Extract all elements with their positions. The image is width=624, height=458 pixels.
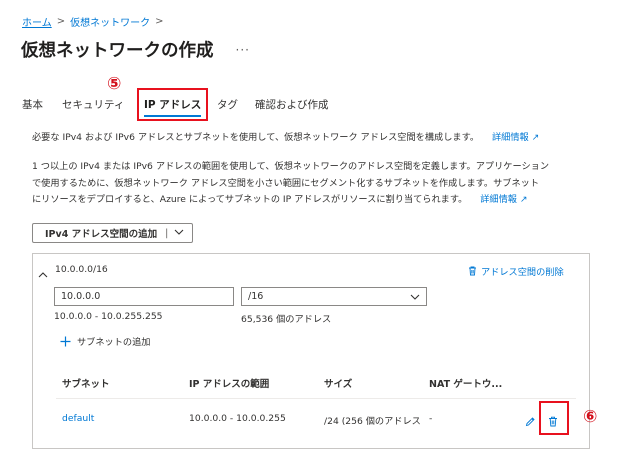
column-header-nat-gateway: NAT ゲートウ... xyxy=(429,379,503,390)
description-line-2: で使用するために、仮想ネットワーク アドレス空間を小さい範囲にセグメント化するサ… xyxy=(32,177,540,189)
add-ipv4-address-space-button[interactable]: IPv4 アドレス空間の追加 | xyxy=(32,223,193,243)
dropdown-divider: | xyxy=(165,227,169,239)
prefix-value: /16 xyxy=(248,291,264,302)
delete-address-space-label: アドレス空間の削除 xyxy=(481,267,564,278)
breadcrumb: ホーム > 仮想ネットワーク > xyxy=(22,14,168,29)
table-row xyxy=(56,404,576,434)
breadcrumb-virtual-network-link[interactable]: 仮想ネットワーク xyxy=(70,14,150,29)
tab-basics[interactable]: 基本 xyxy=(22,97,43,112)
subnet-nat-gateway: - xyxy=(429,413,433,424)
edit-subnet-button[interactable] xyxy=(525,412,536,431)
add-subnet-button[interactable]: サブネットの追加 xyxy=(60,334,151,348)
column-header-size: サイズ xyxy=(324,379,353,390)
ip-address-input[interactable]: 10.0.0.0 xyxy=(54,287,234,306)
step-6-marker: ⑥ xyxy=(583,407,598,427)
external-link-icon: ↗ xyxy=(519,195,528,205)
highlight-box-delete-subnet xyxy=(539,401,569,435)
tab-tags[interactable]: タグ xyxy=(217,97,238,112)
address-range: 10.0.0.0 - 10.0.255.255 xyxy=(54,311,163,322)
breadcrumb-home-link[interactable]: ホーム xyxy=(22,14,52,29)
intro-text-content: 必要な IPv4 および IPv6 アドレスとサブネットを使用して、仮想ネットワ… xyxy=(32,132,480,143)
column-header-ip-range: IP アドレスの範囲 xyxy=(189,379,270,390)
step-5-marker: ⑤ xyxy=(107,74,122,94)
address-count: 65,536 個のアドレス xyxy=(241,314,332,325)
description-line-3: にリソースをデプロイすると、Azure によってサブネットの IP アドレスがリ… xyxy=(32,194,468,205)
description-learn-more-link[interactable]: 詳細情報 xyxy=(480,194,517,205)
chevron-up-icon[interactable] xyxy=(38,263,48,278)
subnet-ip-range: 10.0.0.0 - 10.0.0.255 xyxy=(189,413,286,424)
pencil-icon xyxy=(525,416,536,427)
chevron-down-icon xyxy=(410,294,420,300)
delete-address-space-button[interactable]: アドレス空間の削除 xyxy=(468,264,564,278)
page-title-row: 仮想ネットワークの作成 ··· xyxy=(21,37,250,62)
intro-text: 必要な IPv4 および IPv6 アドレスとサブネットを使用して、仮想ネットワ… xyxy=(32,130,539,147)
address-space-name: 10.0.0.0/16 xyxy=(55,264,108,275)
external-link-icon: ↗ xyxy=(531,133,540,143)
description-text: 1 つ以上の IPv4 または IPv6 アドレスの範囲を使用して、仮想ネットワ… xyxy=(32,159,549,209)
breadcrumb-separator: > xyxy=(155,16,164,27)
chevron-down-icon xyxy=(174,228,184,238)
trash-icon xyxy=(468,266,477,276)
table-header-divider xyxy=(56,398,576,399)
tab-security[interactable]: セキュリティ xyxy=(62,97,124,112)
tab-review-create[interactable]: 確認および作成 xyxy=(255,97,329,112)
breadcrumb-separator: > xyxy=(56,16,66,27)
subnet-size: /24 (256 個のアドレス xyxy=(324,416,421,427)
column-header-subnet: サブネット xyxy=(62,379,110,390)
add-subnet-label: サブネットの追加 xyxy=(77,337,151,348)
add-ipv4-address-space-label: IPv4 アドレス空間の追加 xyxy=(45,229,158,240)
subnet-name-link[interactable]: default xyxy=(62,413,94,424)
prefix-select[interactable]: /16 xyxy=(241,287,427,306)
more-options-button[interactable]: ··· xyxy=(236,43,250,57)
page-title: 仮想ネットワークの作成 xyxy=(21,41,214,61)
highlight-box-ip-tab xyxy=(137,88,208,121)
description-line-1: 1 つ以上の IPv4 または IPv6 アドレスの範囲を使用して、仮想ネットワ… xyxy=(32,161,550,172)
intro-learn-more-link[interactable]: 詳細情報 xyxy=(492,132,529,143)
ip-address-value: 10.0.0.0 xyxy=(61,291,101,302)
plus-icon xyxy=(60,336,71,347)
description-line-3-row: にリソースをデプロイすると、Azure によってサブネットの IP アドレスがリ… xyxy=(32,192,549,209)
